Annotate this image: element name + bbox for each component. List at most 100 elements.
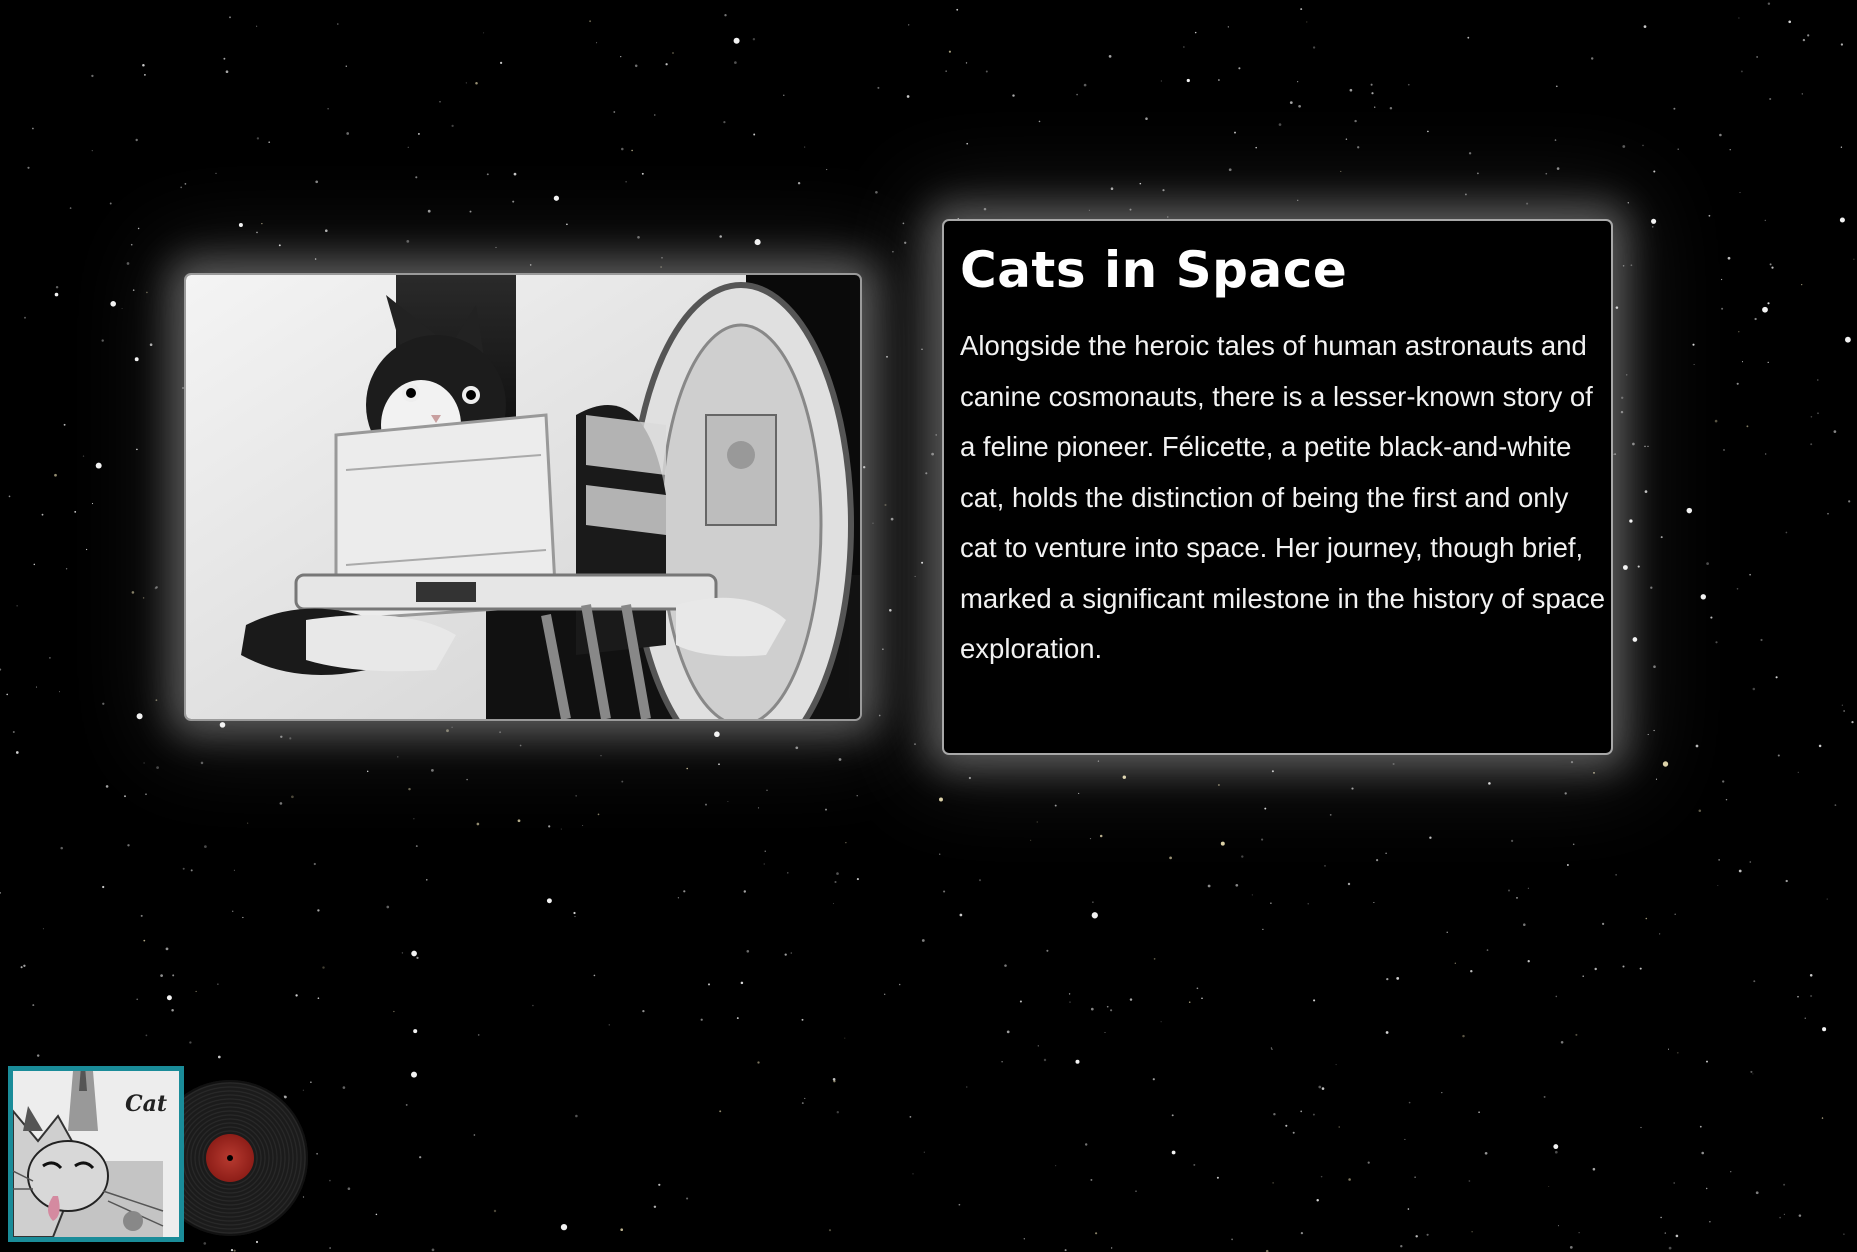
- star: [836, 872, 839, 875]
- star: [416, 956, 419, 960]
- star: [983, 207, 987, 211]
- star: [625, 181, 627, 183]
- star: [1111, 1247, 1113, 1249]
- star: [1738, 331, 1740, 333]
- star: [60, 846, 63, 850]
- star: [1620, 410, 1624, 414]
- star: [280, 735, 283, 739]
- star: [1349, 88, 1353, 92]
- star: [145, 793, 147, 796]
- star: [1231, 1238, 1233, 1241]
- star: [898, 983, 901, 986]
- star: [1023, 1238, 1025, 1240]
- star: [921, 939, 925, 942]
- article-title: Cats in Space: [960, 241, 1348, 299]
- star: [513, 172, 517, 176]
- star: [1673, 1182, 1676, 1184]
- star: [1755, 1191, 1759, 1195]
- star: [1068, 993, 1071, 995]
- star: [1351, 787, 1354, 790]
- music-player[interactable]: Cat: [8, 1066, 308, 1246]
- star: [1292, 1131, 1295, 1134]
- star: [231, 910, 234, 913]
- star: [23, 964, 26, 967]
- star: [12, 731, 15, 733]
- star: [1227, 26, 1229, 28]
- star: [69, 207, 72, 209]
- star: [278, 244, 281, 247]
- star: [1228, 168, 1232, 172]
- star: [1090, 1178, 1093, 1181]
- star: [1718, 859, 1720, 861]
- star: [1108, 55, 1112, 58]
- star: [1426, 1233, 1429, 1236]
- star: [1527, 960, 1530, 963]
- star: [1810, 994, 1813, 998]
- star: [1644, 445, 1646, 448]
- star: [1414, 1176, 1416, 1178]
- star: [724, 14, 727, 17]
- star: [621, 780, 624, 783]
- star: [1162, 189, 1165, 192]
- star: [342, 1086, 346, 1089]
- star: [0, 668, 2, 671]
- star: [1785, 531, 1788, 534]
- star: [1001, 1061, 1003, 1063]
- star: [939, 797, 943, 802]
- star: [1484, 1151, 1488, 1155]
- star: [1754, 317, 1757, 321]
- star: [1316, 1199, 1319, 1202]
- star: [406, 240, 410, 243]
- star: [872, 522, 874, 524]
- star: [1196, 987, 1199, 990]
- star: [291, 795, 294, 799]
- star: [1750, 1070, 1753, 1073]
- star: [1078, 792, 1080, 794]
- star: [1627, 202, 1629, 204]
- star: [653, 1205, 657, 1209]
- star: [1843, 1233, 1845, 1235]
- star: [486, 173, 489, 176]
- star: [641, 172, 644, 175]
- star: [110, 301, 116, 307]
- star: [1760, 638, 1763, 642]
- star: [58, 691, 61, 693]
- star: [476, 822, 480, 826]
- star: [1110, 187, 1114, 190]
- star: [375, 1213, 378, 1216]
- star: [686, 767, 688, 770]
- star: [801, 1102, 804, 1105]
- star: [166, 995, 172, 1001]
- star: [1477, 172, 1479, 175]
- star: [1783, 1213, 1786, 1216]
- star: [1076, 93, 1078, 96]
- star: [1407, 1208, 1410, 1210]
- star: [1767, 2, 1771, 5]
- star: [200, 761, 204, 765]
- star: [1708, 214, 1711, 217]
- album-cover-art[interactable]: Cat: [8, 1066, 184, 1242]
- star: [1300, 1231, 1304, 1235]
- star: [1004, 964, 1007, 967]
- star: [225, 70, 229, 74]
- album-title: Cat: [125, 1091, 167, 1117]
- star: [856, 795, 858, 797]
- star: [804, 1097, 806, 1099]
- star: [719, 1110, 722, 1113]
- star: [825, 808, 827, 811]
- star: [217, 983, 219, 985]
- star: [130, 243, 133, 246]
- star: [1169, 856, 1172, 860]
- star: [1091, 912, 1098, 919]
- star: [121, 307, 123, 310]
- star: [1238, 67, 1241, 70]
- star: [1194, 31, 1197, 34]
- star: [575, 795, 577, 797]
- star: [1719, 133, 1722, 137]
- star: [1084, 1143, 1088, 1146]
- star: [499, 731, 502, 734]
- star: [958, 1203, 961, 1206]
- star: [597, 813, 600, 816]
- star: [1183, 46, 1185, 48]
- star: [1717, 884, 1719, 887]
